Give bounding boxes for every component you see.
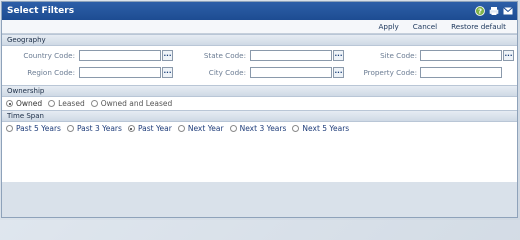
dialog-title: Select Filters [7,6,75,16]
radio-button[interactable] [127,125,135,132]
geography-panel: Country Code: ... State Code: ... Site C… [2,46,517,85]
geography-header: Geography [2,34,517,46]
time-next-year-option[interactable]: Next Year [177,124,224,133]
radio-button[interactable] [6,100,13,107]
country-code-label: Country Code: [23,51,75,60]
radio-label: Next 5 Years [302,124,350,133]
select-filters-dialog: Select Filters ? Apply Cancel Restore de… [1,1,518,218]
radio-label: Past 3 Years [76,124,122,133]
ownership-header: Ownership [2,85,517,97]
time-past-5-years-option[interactable]: Past 5 Years [6,124,61,133]
state-code-label: State Code: [203,51,246,60]
radio-button[interactable] [66,125,74,132]
radio-label: Leased [58,99,85,108]
time-span-options: Past 5 Years Past 3 Years Past Year Next… [2,122,517,135]
svg-text:?: ? [477,7,481,15]
radio-button[interactable] [90,100,98,107]
time-span-header: Time Span [2,110,517,122]
time-past-3-years-option[interactable]: Past 3 Years [66,124,122,133]
time-next-5-years-option[interactable]: Next 5 Years [292,124,349,133]
ownership-leased-option[interactable]: Leased [48,99,85,108]
empty-content-area [2,135,517,182]
ownership-owned-option[interactable]: Owned [6,99,42,108]
toolbar: Apply Cancel Restore default [2,20,517,34]
state-code-input[interactable] [250,50,332,61]
title-icons: ? [474,5,513,16]
radio-label: Past Year [137,124,172,133]
help-icon[interactable]: ? [474,5,485,16]
radio-label: Owned and Leased [100,99,173,108]
property-code-input[interactable] [420,67,502,78]
radio-button[interactable] [48,100,56,107]
country-code-input[interactable] [79,50,161,61]
radio-button[interactable] [6,125,13,132]
restore-default-button[interactable]: Restore default [444,22,513,31]
apply-button[interactable]: Apply [371,22,405,31]
time-past-year-option[interactable]: Past Year [127,124,172,133]
city-code-label: City Code: [208,68,246,77]
radio-label: Past 5 Years [16,124,61,133]
radio-label: Next 3 Years [239,124,287,133]
radio-button[interactable] [229,125,237,132]
radio-label: Owned [16,99,43,108]
site-code-picker[interactable]: ... [503,50,514,61]
radio-button[interactable] [292,125,300,132]
state-code-picker[interactable]: ... [333,50,344,61]
cancel-button[interactable]: Cancel [406,22,444,31]
time-next-3-years-option[interactable]: Next 3 Years [229,124,287,133]
titlebar: Select Filters ? [2,2,517,20]
property-code-label: Property Code: [363,68,417,77]
region-code-label: Region Code: [27,68,75,77]
site-code-input[interactable] [420,50,502,61]
country-code-picker[interactable]: ... [162,50,173,61]
city-code-input[interactable] [250,67,332,78]
radio-button[interactable] [177,125,185,132]
region-code-picker[interactable]: ... [162,67,173,78]
ownership-options: Owned Leased Owned and Leased [2,97,517,110]
close-icon[interactable] [502,5,513,16]
city-code-picker[interactable]: ... [333,67,344,78]
print-icon[interactable] [488,5,499,16]
site-code-label: Site Code: [380,51,417,60]
ownership-owned-and-leased-option[interactable]: Owned and Leased [90,99,173,108]
region-code-input[interactable] [79,67,161,78]
radio-label: Next Year [187,124,224,133]
